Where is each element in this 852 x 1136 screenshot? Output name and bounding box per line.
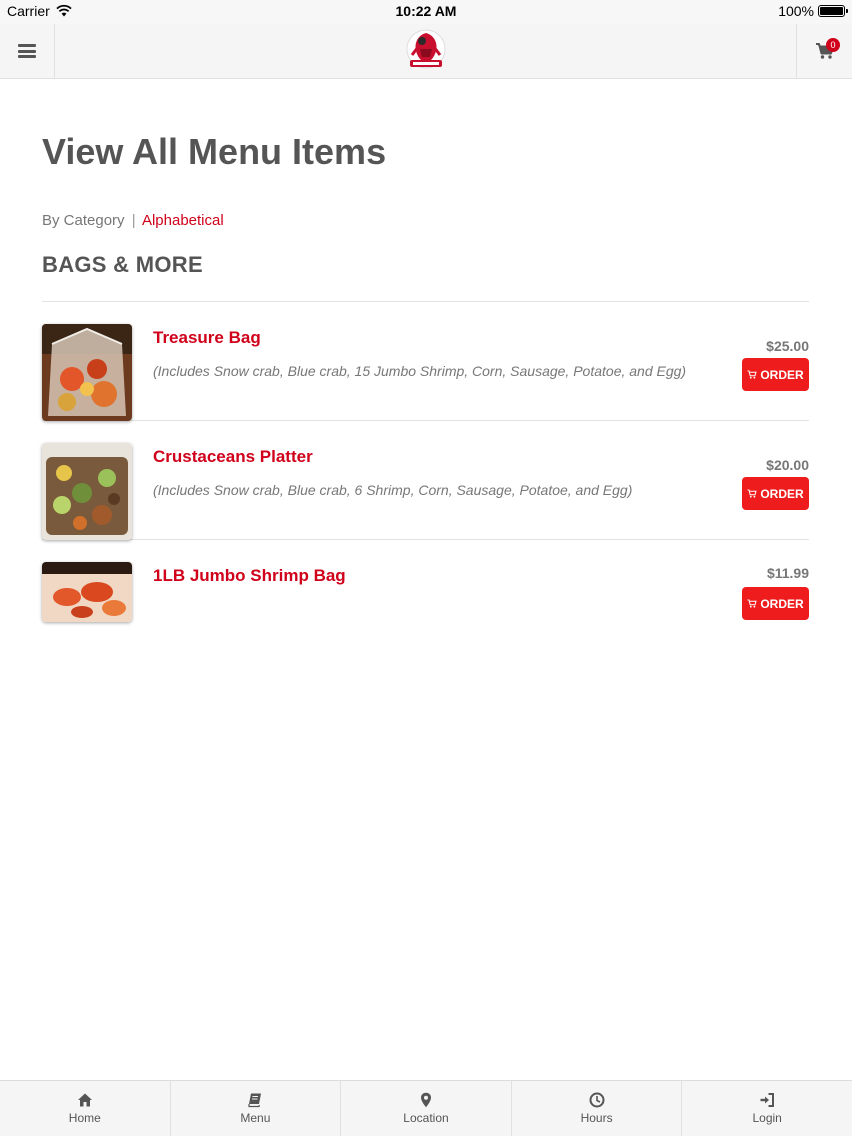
cart-count-badge: 0 [826, 38, 840, 52]
item-name[interactable]: Treasure Bag [153, 328, 261, 348]
restaurant-logo[interactable] [404, 27, 448, 73]
status-bar: Carrier 10:22 AM 100% [0, 0, 852, 24]
cart-icon [747, 370, 757, 379]
tab-label: Login [752, 1111, 782, 1125]
item-price: $11.99 [766, 565, 809, 581]
item-photo-crustaceans-platter[interactable] [42, 443, 132, 540]
view-toggle-separator: | [131, 212, 136, 229]
sign-in-icon [760, 1093, 775, 1107]
tab-login[interactable]: Login [682, 1081, 852, 1136]
item-price: $25.00 [766, 338, 809, 354]
alphabetical-link[interactable]: Alphabetical [142, 212, 224, 229]
category-heading: BAGS & MORE [42, 252, 203, 277]
menu-item[interactable]: Crustaceans Platter (Includes Snow crab,… [42, 421, 809, 540]
menu-item[interactable]: 1LB Jumbo Shrimp Bag $11.99 ORDER [42, 540, 809, 640]
cart-icon [747, 489, 757, 498]
cart-icon [747, 599, 757, 608]
home-icon [77, 1093, 92, 1107]
by-category-link[interactable]: By Category [42, 212, 125, 229]
tab-label: Hours [580, 1111, 613, 1125]
tab-label: Location [403, 1111, 449, 1125]
page-title: View All Menu Items [42, 131, 387, 172]
item-name[interactable]: 1LB Jumbo Shrimp Bag [153, 566, 346, 586]
book-icon [248, 1093, 262, 1108]
cart-button[interactable]: 0 [796, 24, 852, 78]
item-description: (Includes Snow crab, Blue crab, 15 Jumbo… [153, 363, 687, 379]
order-button[interactable]: ORDER [742, 358, 809, 391]
item-photo-treasure-bag[interactable] [42, 324, 132, 421]
tab-label: Menu [240, 1111, 271, 1125]
battery-icon [818, 5, 848, 17]
item-price: $20.00 [766, 457, 809, 473]
tab-label: Home [68, 1111, 101, 1125]
tab-location[interactable]: Location [341, 1081, 512, 1136]
item-photo-jumbo-shrimp-bag[interactable] [42, 562, 132, 622]
map-pin-icon [420, 1092, 431, 1108]
menu-toggle-button[interactable] [0, 24, 55, 78]
clock-icon [589, 1092, 605, 1108]
hamburger-icon [18, 44, 36, 58]
tab-home[interactable]: Home [0, 1081, 171, 1136]
tab-hours[interactable]: Hours [512, 1081, 683, 1136]
menu-item[interactable]: Treasure Bag (Includes Snow crab, Blue c… [42, 302, 809, 421]
view-toggle: By Category | Alphabetical [42, 212, 224, 229]
item-description: (Includes Snow crab, Blue crab, 6 Shrimp… [153, 482, 633, 498]
order-button[interactable]: ORDER [742, 587, 809, 620]
clock-time: 10:22 AM [395, 3, 457, 19]
order-button[interactable]: ORDER [742, 477, 809, 510]
order-button-label: ORDER [760, 596, 804, 611]
bottom-tab-bar: Home Menu Location Hours Login [0, 1080, 852, 1136]
item-name[interactable]: Crustaceans Platter [153, 447, 313, 467]
menu-item-list: Treasure Bag (Includes Snow crab, Blue c… [42, 301, 809, 640]
tab-menu[interactable]: Menu [171, 1081, 342, 1136]
battery-percentage: 100% [778, 3, 814, 19]
order-button-label: ORDER [760, 367, 804, 382]
order-button-label: ORDER [760, 486, 804, 501]
app-header: 0 [0, 24, 852, 79]
